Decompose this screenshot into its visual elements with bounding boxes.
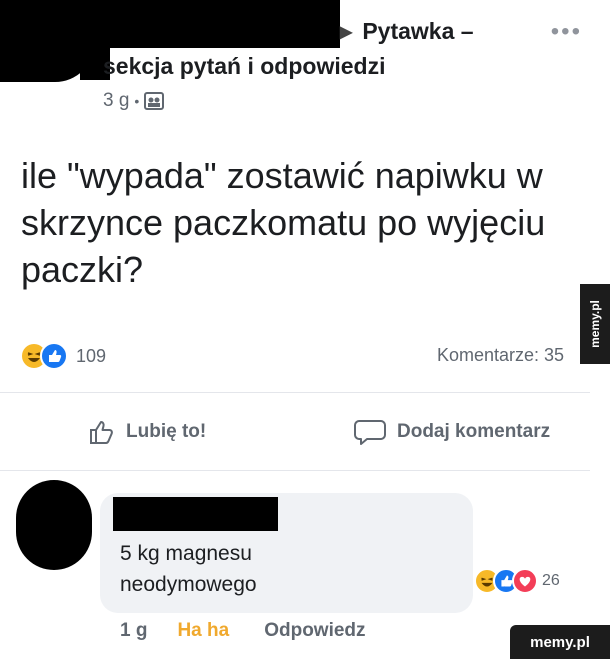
divider — [0, 392, 590, 393]
love-reaction-icon — [512, 568, 538, 594]
comment-button-label: Dodaj komentarz — [397, 421, 551, 442]
post-meta: 3 g • — [103, 90, 165, 112]
comment-actions: 1 g Ha ha Odpowiedz — [120, 620, 366, 642]
redacted-commenter-name — [113, 497, 278, 531]
comment-icon — [354, 420, 386, 445]
redacted-author-name — [0, 0, 340, 48]
watermark-corner: memy.pl — [510, 625, 610, 659]
more-options-icon[interactable]: ••• — [551, 18, 582, 46]
comment-text-line1: 5 kg magnesu — [120, 542, 252, 565]
reply-button[interactable]: Odpowiedz — [264, 620, 365, 642]
post-text: ile "wypada" zostawić napiwku w skrzynce… — [21, 155, 546, 290]
group-name-line2[interactable]: sekcja pytań i odpowiedzi — [103, 53, 385, 80]
group-privacy-icon — [144, 92, 165, 110]
post-reactions[interactable]: 109 — [20, 342, 106, 370]
like-button[interactable]: Lubię to! — [88, 418, 206, 446]
comment-text-line2: neodymowego — [120, 573, 257, 596]
haha-button[interactable]: Ha ha — [177, 620, 229, 642]
group-name-line1[interactable]: ▶ Pytawka – — [340, 18, 474, 45]
comment-reactions[interactable]: 26 — [474, 568, 560, 594]
divider — [0, 470, 590, 471]
separator-dot: • — [134, 93, 140, 109]
watermark-vertical: memy.pl — [580, 284, 610, 364]
like-reaction-icon — [40, 342, 68, 370]
post-time[interactable]: 3 g — [103, 90, 129, 112]
comment-text: 5 kg magnesu neodymowego — [120, 538, 257, 600]
watermark-vertical-text: memy.pl — [588, 300, 603, 348]
redacted-commenter-avatar — [16, 480, 92, 570]
comments-count[interactable]: Komentarze: 35 — [437, 345, 564, 366]
comment-reaction-count: 26 — [542, 572, 560, 589]
thumbs-up-icon — [90, 421, 113, 444]
play-arrow-icon: ▶ — [340, 24, 353, 41]
comment-time[interactable]: 1 g — [120, 620, 147, 642]
comment-button[interactable]: Dodaj komentarz — [353, 418, 550, 446]
reaction-count: 109 — [76, 345, 107, 366]
like-button-label: Lubię to! — [126, 421, 207, 442]
group-name-text: Pytawka – — [362, 18, 474, 44]
